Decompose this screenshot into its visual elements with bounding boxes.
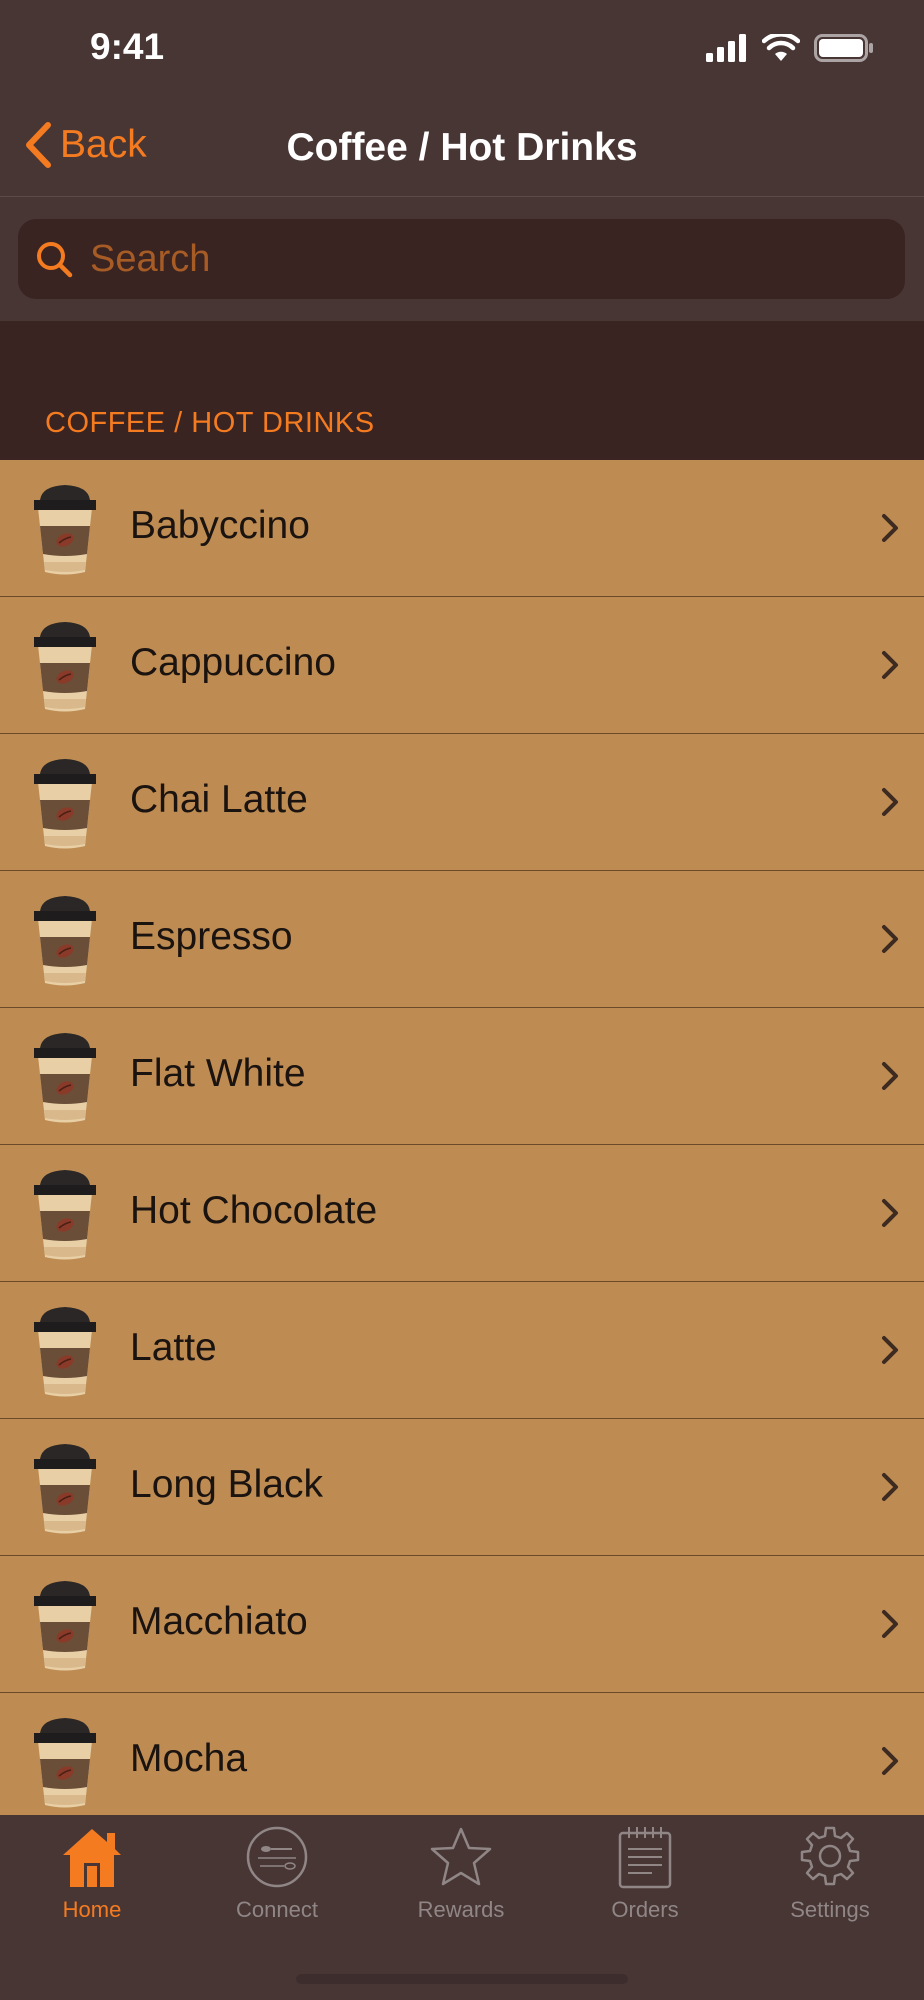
coffee-cup-icon — [33, 1717, 97, 1809]
search-input[interactable] — [88, 236, 872, 282]
section-header-label: COFFEE / HOT DRINKS — [45, 407, 375, 439]
list-item[interactable]: Flat White — [0, 1008, 924, 1145]
status-time: 9:41 — [90, 26, 165, 67]
battery-icon — [814, 34, 873, 62]
coffee-cup-icon — [33, 895, 97, 987]
tab-connect[interactable]: Connect — [185, 1825, 369, 1923]
list-item-label: Macchiato — [130, 1600, 308, 1643]
list-item[interactable]: Chai Latte — [0, 734, 924, 871]
coffee-cup-icon — [33, 1169, 97, 1261]
chevron-right-icon — [882, 1199, 898, 1227]
coffee-cup-icon — [33, 484, 97, 576]
list-item[interactable]: Macchiato — [0, 1556, 924, 1693]
list-item[interactable]: Cappuccino — [0, 597, 924, 734]
list-item-label: Mocha — [130, 1737, 248, 1780]
coffee-cup-icon — [33, 1306, 97, 1398]
tab-rewards[interactable]: Rewards — [369, 1825, 553, 1923]
connect-icon — [246, 1826, 308, 1888]
list-item-label: Babyccino — [130, 504, 310, 547]
tab-orders[interactable]: Orders — [553, 1825, 737, 1923]
chevron-right-icon — [882, 1336, 898, 1364]
tab-home-label: Home — [62, 1897, 122, 1922]
search-icon — [37, 242, 73, 278]
status-icons — [706, 34, 874, 62]
signal-icon — [706, 34, 746, 62]
coffee-cup-icon — [33, 621, 97, 713]
chevron-right-icon — [882, 788, 898, 816]
coffee-cup-icon — [33, 1443, 97, 1535]
gear-icon — [800, 1826, 860, 1886]
search-bar — [0, 197, 924, 321]
star-icon — [430, 1827, 492, 1886]
tab-settings[interactable]: Settings — [738, 1825, 922, 1923]
tab-bar: Home Connect Rewards Orders Settings — [0, 1815, 924, 2000]
list-item[interactable]: Hot Chocolate — [0, 1145, 924, 1282]
list-item-label: Espresso — [130, 915, 293, 958]
coffee-cup-icon — [33, 758, 97, 850]
tab-orders-label: Orders — [611, 1897, 679, 1922]
chevron-right-icon — [882, 1473, 898, 1501]
chevron-right-icon — [882, 1610, 898, 1638]
notepad-icon — [618, 1827, 672, 1889]
list-item[interactable]: Long Black — [0, 1419, 924, 1556]
coffee-cup-icon — [33, 1032, 97, 1124]
search-field[interactable] — [18, 219, 905, 299]
drink-list: Babyccino Cappuccino Chai Latte Espresso… — [0, 460, 924, 1830]
tab-home[interactable]: Home — [0, 1825, 184, 1923]
list-item[interactable]: Latte — [0, 1282, 924, 1419]
home-indicator — [296, 1974, 628, 1984]
chevron-right-icon — [882, 1747, 898, 1775]
list-item-label: Flat White — [130, 1052, 306, 1095]
list-item-label: Chai Latte — [130, 778, 308, 821]
list-item[interactable]: Espresso — [0, 871, 924, 1008]
chevron-right-icon — [882, 651, 898, 679]
list-item[interactable]: Mocha — [0, 1693, 924, 1830]
list-item-label: Hot Chocolate — [130, 1189, 378, 1232]
list-item-label: Cappuccino — [130, 641, 336, 684]
chevron-right-icon — [882, 514, 898, 542]
tab-settings-label: Settings — [790, 1897, 870, 1922]
tab-connect-label: Connect — [236, 1897, 318, 1922]
section-header: COFFEE / HOT DRINKS — [0, 321, 924, 460]
list-item-label: Long Black — [130, 1463, 323, 1506]
list-item[interactable]: Babyccino — [0, 460, 924, 597]
tab-rewards-label: Rewards — [417, 1897, 505, 1922]
coffee-cup-icon — [33, 1580, 97, 1672]
wifi-icon — [762, 34, 800, 61]
navigation-bar: Back Coffee / Hot Drinks — [0, 100, 924, 197]
status-bar: 9:41 — [0, 0, 924, 100]
chevron-right-icon — [882, 1062, 898, 1090]
home-icon — [63, 1829, 121, 1887]
page-title: Coffee / Hot Drinks — [286, 126, 638, 169]
list-item-label: Latte — [130, 1326, 217, 1369]
chevron-right-icon — [882, 925, 898, 953]
